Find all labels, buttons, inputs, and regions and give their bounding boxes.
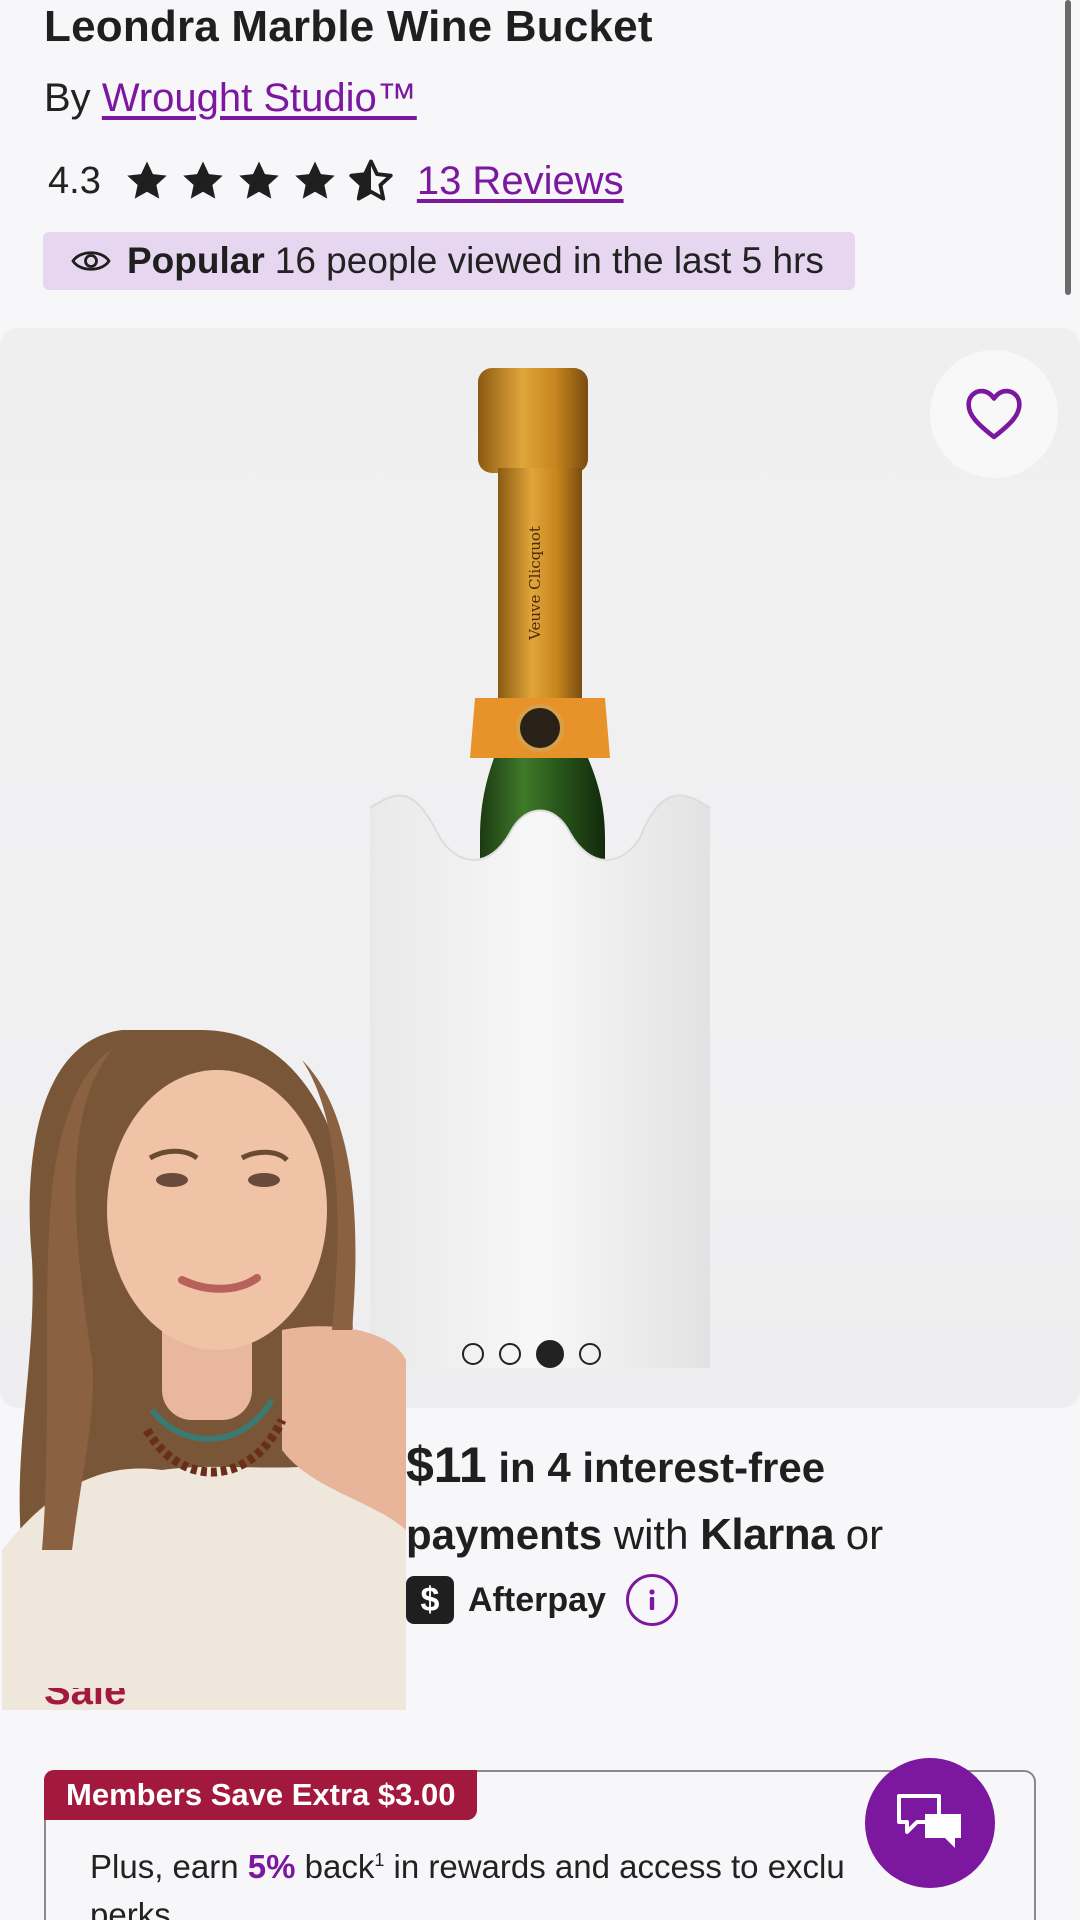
popular-label: Popular [127, 240, 265, 281]
payments-word: payments [406, 1511, 603, 1558]
favorite-button[interactable] [930, 350, 1058, 478]
sale-label: Sale [44, 1688, 127, 1713]
carousel-dot-active[interactable] [536, 1340, 564, 1368]
installment-line-1: $11 in 4 interest-free [406, 1436, 1066, 1494]
installment-text: in 4 interest-free [486, 1444, 826, 1491]
carousel-dot[interactable] [462, 1343, 484, 1365]
presenter-video-overlay [2, 1030, 406, 1710]
afterpay-label: Afterpay [468, 1580, 606, 1619]
carousel-dots [462, 1340, 601, 1368]
by-prefix: By [44, 76, 91, 120]
installment-line-2: payments with Klarna or [406, 1510, 1066, 1560]
reviews-link[interactable]: 13 Reviews [417, 159, 624, 204]
members-save-tag: Members Save Extra $3.00 [44, 1770, 478, 1820]
members-rewards-text-line2: perks [90, 1896, 171, 1920]
installment-payments: $11 in 4 interest-free payments with Kla… [406, 1436, 1066, 1626]
or-word: or [834, 1511, 884, 1558]
rating-row: 4.3 13 Reviews [48, 158, 624, 204]
star-half-icon [349, 159, 393, 201]
popularity-badge: Popular 16 people viewed in the last 5 h… [43, 232, 855, 290]
page-scrollbar[interactable] [1065, 0, 1071, 295]
product-image: Veuve Clicquot [369, 368, 711, 1368]
carousel-dot[interactable] [499, 1343, 521, 1365]
star-full-icon [127, 161, 167, 199]
rewards-percent: 5% [247, 1848, 296, 1885]
star-rating [123, 158, 395, 204]
with-word: with [602, 1511, 701, 1558]
afterpay-row: $ Afterpay [406, 1574, 1066, 1626]
product-title: Leondra Marble Wine Bucket [44, 2, 653, 51]
svg-text:Veuve Clicquot: Veuve Clicquot [526, 526, 544, 641]
afterpay-icon: $ [406, 1576, 454, 1624]
star-full-icon [239, 161, 279, 199]
popular-text: 16 people viewed in the last 5 hrs [274, 240, 824, 281]
brand-link[interactable]: Wrought Studio™ [102, 76, 417, 120]
star-full-icon [295, 161, 335, 199]
brand-row: By Wrought Studio™ [44, 76, 417, 121]
members-rewards-text: Plus, earn 5% back1 in rewards and acces… [90, 1848, 845, 1885]
chat-bubbles-icon [897, 1794, 961, 1848]
heart-outline-icon [966, 388, 1022, 440]
rating-value: 4.3 [48, 159, 101, 202]
klarna-logo: Klarna [700, 1510, 835, 1559]
star-full-icon [183, 161, 223, 199]
chat-button[interactable] [865, 1758, 995, 1888]
eye-icon [71, 251, 111, 271]
installment-amount: $11 [406, 1437, 487, 1493]
info-icon[interactable] [625, 1574, 678, 1626]
carousel-dot[interactable] [579, 1343, 601, 1365]
